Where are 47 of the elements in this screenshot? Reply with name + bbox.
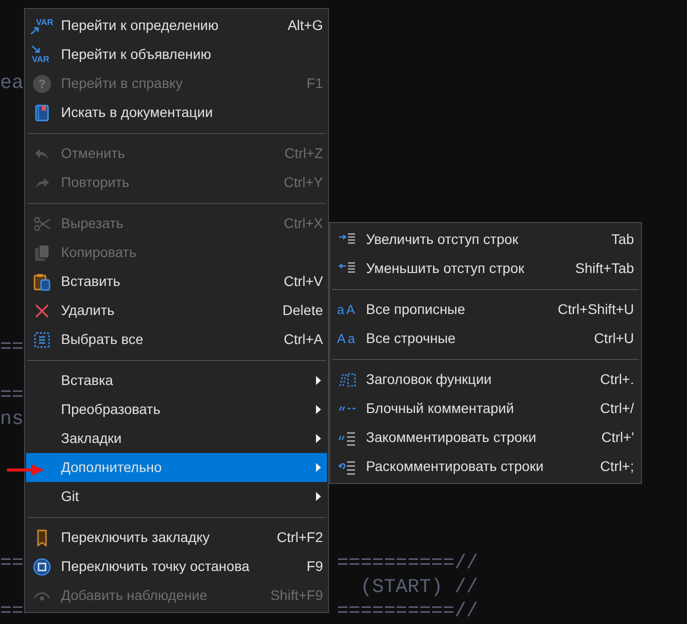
code-text: ==========// <box>336 551 478 575</box>
copy-icon <box>33 244 51 262</box>
menu-item[interactable]: Переключить точку останова F9 <box>26 552 327 581</box>
close-icon <box>33 302 51 320</box>
menu-item[interactable]: Увеличить отступ строк Tab <box>331 225 640 254</box>
code-text: (START) // <box>360 575 478 599</box>
pointer-arrow-icon <box>7 463 45 477</box>
menu-item[interactable]: Вставить Ctrl+V <box>26 267 327 296</box>
code-text: == <box>0 551 24 575</box>
code-text: ==========// <box>336 599 478 623</box>
submenu-arrow-icon <box>316 405 321 414</box>
menu-item[interactable]: Заголовок функции Ctrl+. <box>331 365 640 394</box>
menu-item[interactable]: VAR Перейти к объявлению <box>26 40 327 69</box>
code-text: == <box>0 383 24 407</box>
menu-item[interactable]: aA Все прописные Ctrl+Shift+U <box>331 295 640 324</box>
clipboard-icon <box>33 272 51 290</box>
menu-item[interactable]: Искать в документации <box>26 98 327 127</box>
uppercase-icon: aA <box>337 302 357 316</box>
code-text: == <box>0 599 24 623</box>
code-text: == <box>0 335 24 359</box>
code-text: ns <box>0 407 24 431</box>
submenu-arrow-icon <box>316 463 321 472</box>
menu-item[interactable]: Вставка <box>26 366 327 395</box>
menu-item[interactable]: Переключить закладку Ctrl+F2 <box>26 523 327 552</box>
lowercase-icon: Aa <box>337 332 357 346</box>
menu-item[interactable]: Закладки <box>26 424 327 453</box>
submenu-arrow-icon <box>316 376 321 385</box>
function-header-icon <box>338 370 356 388</box>
scissors-icon <box>33 214 51 232</box>
menu-item[interactable]: Git <box>26 482 327 511</box>
block-comment-icon <box>338 406 356 411</box>
menu-item[interactable]: VAR Перейти к определению Alt+G <box>26 11 327 40</box>
menu-item[interactable]: Блочный комментарий Ctrl+/ <box>331 394 640 423</box>
submenu-arrow-icon <box>316 492 321 501</box>
menu-item[interactable]: Преобразовать <box>26 395 327 424</box>
menu-item[interactable]: Закомментировать строки Ctrl+' <box>331 423 640 452</box>
menu-item[interactable]: Удалить Delete <box>26 296 327 325</box>
menu-item[interactable]: Раскомментировать строки Ctrl+; <box>331 452 640 481</box>
select-all-icon <box>33 330 51 348</box>
menu-item[interactable]: Уменьшить отступ строк Shift+Tab <box>331 254 640 283</box>
breakpoint-icon <box>33 558 51 576</box>
menu-item[interactable]: Выбрать все Ctrl+A <box>26 325 327 354</box>
help-icon: ? <box>33 74 51 92</box>
book-icon <box>33 104 51 122</box>
menu-item[interactable]: Aa Все строчные Ctrl+U <box>331 324 640 353</box>
code-text: ea <box>0 71 24 95</box>
submenu-arrow-icon <box>316 434 321 443</box>
